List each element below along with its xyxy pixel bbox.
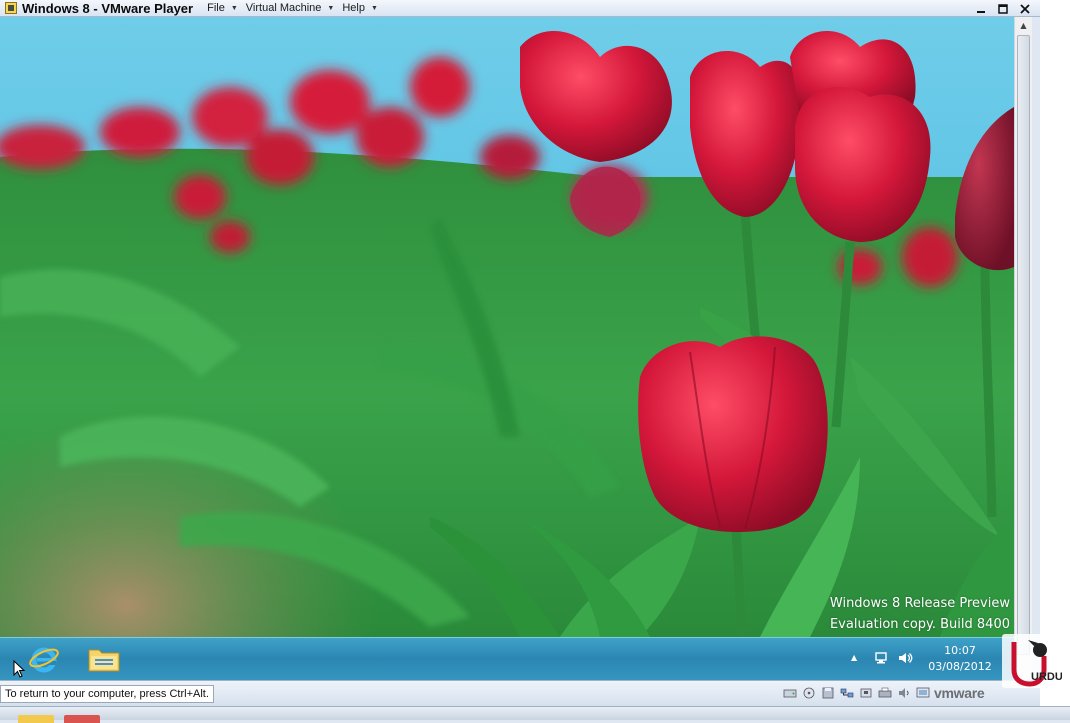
watermark-line-1: Windows 8 Release Preview xyxy=(829,596,1010,611)
window-title: Windows 8 - VMware Player xyxy=(22,0,194,16)
usb-icon[interactable] xyxy=(858,686,874,700)
host-taskbar-item[interactable] xyxy=(18,715,54,723)
maximize-icon[interactable] xyxy=(992,1,1014,17)
scroll-up-icon[interactable]: ▲ xyxy=(1015,17,1032,33)
vmware-status-bar: To return to your computer, press Ctrl+A… xyxy=(0,680,1040,706)
vmware-logo: vmware xyxy=(934,685,985,701)
tulip-wallpaper xyxy=(0,17,1014,637)
vertical-scrollbar[interactable]: ▲ xyxy=(1014,17,1032,680)
vm-display[interactable]: Windows 8 Release Preview Evaluation cop… xyxy=(0,17,1014,637)
host-taskbar xyxy=(0,706,1070,723)
menu-virtual-machine-label: Virtual Machine xyxy=(245,2,322,14)
network-icon[interactable] xyxy=(873,650,889,670)
file-explorer-icon[interactable] xyxy=(84,641,124,677)
brand-logo-text: URDU xyxy=(1031,671,1062,683)
scrollbar-thumb[interactable] xyxy=(1017,35,1030,655)
display-icon[interactable] xyxy=(915,686,931,700)
close-icon[interactable] xyxy=(1014,1,1036,17)
window-controls xyxy=(970,0,1036,17)
watermark-line-2: Evaluation copy. Build 8400 xyxy=(829,617,1010,632)
chevron-down-icon: ▼ xyxy=(370,4,378,12)
menu-help-label: Help xyxy=(342,2,365,14)
vmware-app-icon[interactable] xyxy=(4,1,18,15)
menu-help[interactable]: Help ▼ xyxy=(342,2,378,14)
taskbar-clock[interactable]: 10:07 03/08/2012 xyxy=(920,643,1000,675)
chevron-down-icon: ▼ xyxy=(230,4,238,12)
menu-file-label: File xyxy=(207,2,225,14)
network-adapter-icon[interactable] xyxy=(839,686,855,700)
internet-explorer-icon[interactable] xyxy=(26,641,62,677)
windows-evaluation-watermark: Windows 8 Release Preview Evaluation cop… xyxy=(830,593,1010,635)
menu-virtual-machine[interactable]: Virtual Machine ▼ xyxy=(246,2,335,14)
mouse-cursor-icon xyxy=(13,659,26,682)
chevron-down-icon: ▼ xyxy=(327,4,335,12)
menu-file[interactable]: File ▼ xyxy=(207,2,238,14)
clock-time: 10:07 xyxy=(944,644,976,657)
volume-icon[interactable] xyxy=(897,650,913,670)
clock-date: 03/08/2012 xyxy=(928,660,992,673)
cd-dvd-icon[interactable] xyxy=(801,686,817,700)
show-hidden-icons-icon[interactable]: ▲ xyxy=(851,653,857,662)
release-input-hint: To return to your computer, press Ctrl+A… xyxy=(0,685,214,703)
vmware-title-bar: Windows 8 - VMware Player File ▼ Virtual … xyxy=(0,0,1040,17)
hard-disk-icon[interactable] xyxy=(782,686,798,700)
floppy-icon[interactable] xyxy=(820,686,836,700)
minimize-icon[interactable] xyxy=(970,1,992,17)
windows-taskbar: ▲ 10:07 03/08/2012 xyxy=(0,637,1014,680)
host-desktop-edge xyxy=(1040,0,1070,720)
urdu-channel-logo: URDU xyxy=(1000,632,1063,690)
printer-icon[interactable] xyxy=(877,686,893,700)
device-status-icons xyxy=(782,686,931,700)
sound-card-icon[interactable] xyxy=(896,686,912,700)
host-taskbar-item[interactable] xyxy=(64,715,100,723)
